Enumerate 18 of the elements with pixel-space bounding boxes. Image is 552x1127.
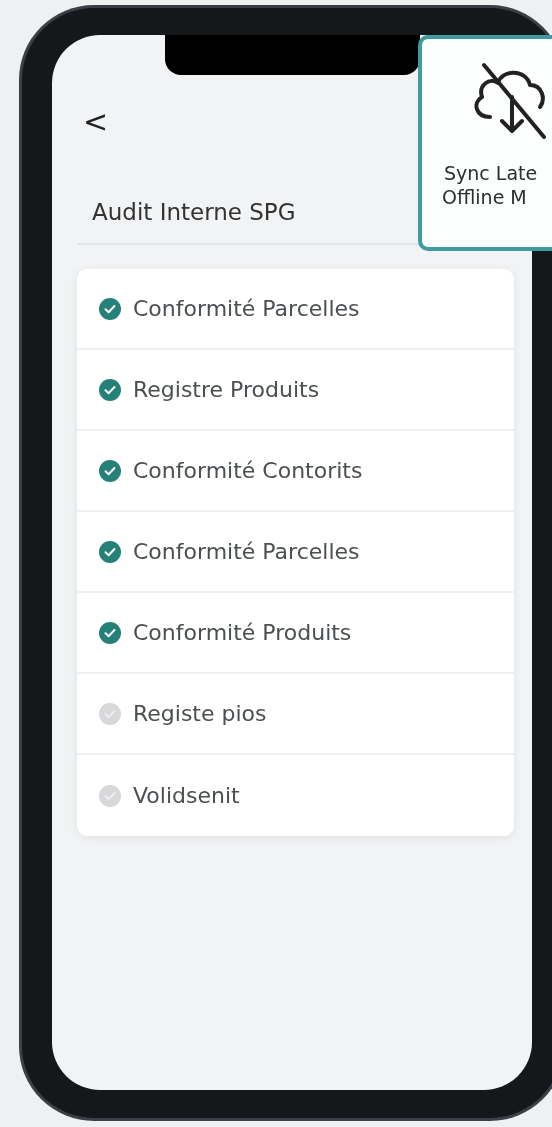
checklist-label: Registe pios	[133, 701, 267, 726]
checklist-label: Conformité Parcelles	[133, 539, 360, 564]
checklist-item[interactable]: Registe pios	[77, 674, 514, 755]
back-button[interactable]: <	[77, 105, 115, 139]
page-title: Audit Interne SPG	[92, 198, 297, 227]
checklist-item[interactable]: Conformité Parcelles	[77, 269, 514, 350]
checklist-item[interactable]: Registre Produits	[77, 350, 514, 431]
checklist-label: Conformité Produits	[133, 620, 352, 645]
checklist-label: Volidsenit	[133, 783, 240, 808]
checklist-item[interactable]: Conformité Produits	[77, 593, 514, 674]
checklist-label: Registre Produits	[133, 377, 320, 402]
checklist-item[interactable]: Conformité Contorits	[77, 431, 514, 512]
sync-status-text: Sync Late	[444, 161, 539, 185]
sync-status-text: Offline M	[442, 185, 528, 209]
checklist-item[interactable]: Volidsenit	[77, 755, 514, 836]
checklist-label: Conformité Contorits	[133, 458, 363, 483]
checklist-item[interactable]: Conformité Parcelles	[77, 512, 514, 593]
checklist-label: Conformité Parcelles	[133, 296, 360, 321]
